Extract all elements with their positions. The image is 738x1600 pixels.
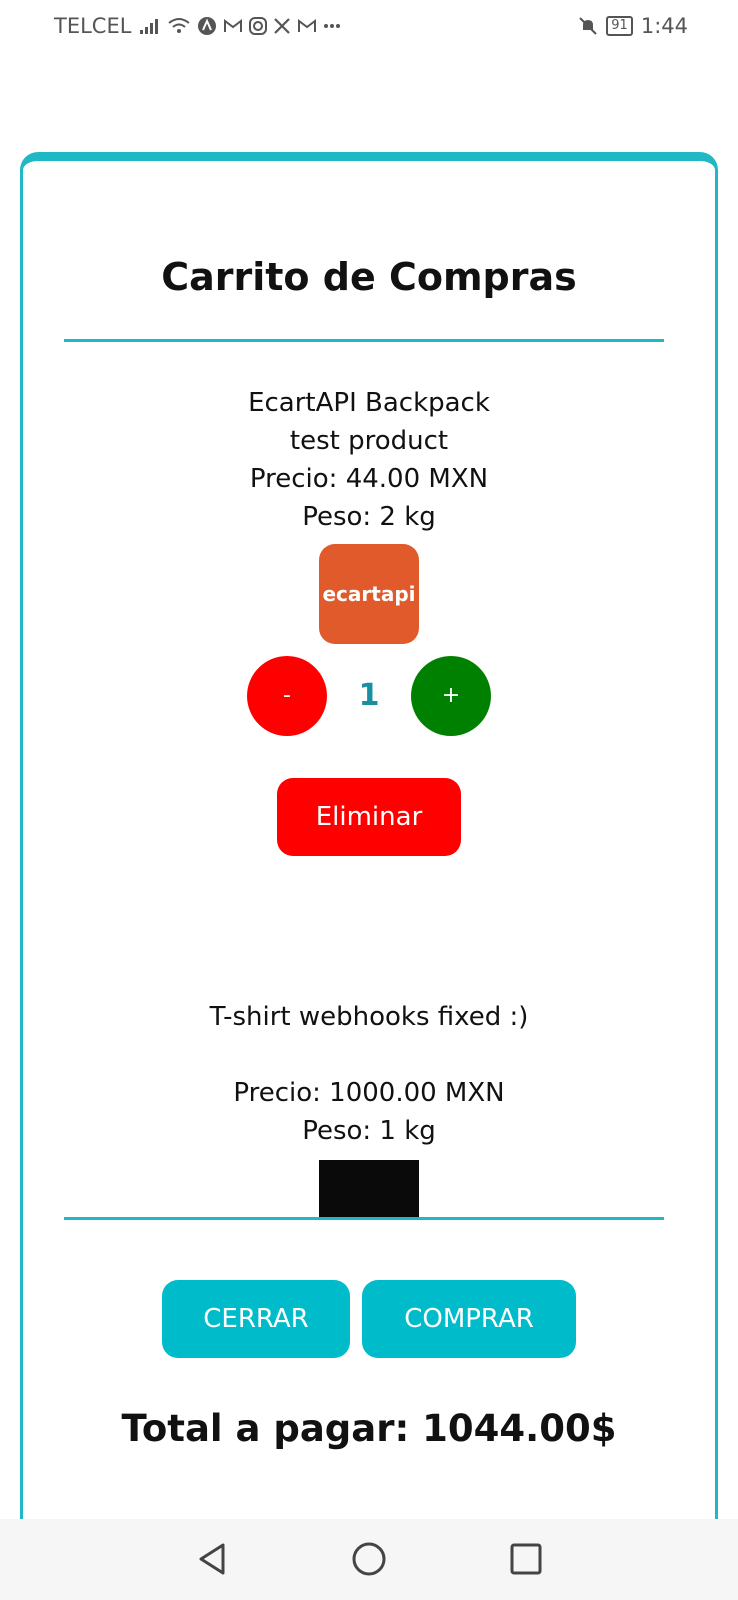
buy-button[interactable]: COMPRAR	[362, 1280, 576, 1358]
cart-title: Carrito de Compras	[161, 255, 577, 299]
product-description: test product	[289, 426, 449, 456]
app-icon	[198, 17, 217, 35]
cart-items-list[interactable]: EcartAPI Backpack test product Precio: 4…	[23, 342, 715, 1217]
quantity-stepper: - 1 +	[23, 656, 715, 736]
increase-quantity-button[interactable]: +	[411, 656, 491, 736]
product-name: EcartAPI Backpack	[248, 388, 490, 418]
product-description	[23, 1036, 715, 1074]
cart-item: EcartAPI Backpack test product Precio: 4…	[23, 384, 715, 856]
total-amount: Total a pagar: 1044.00$	[121, 1407, 617, 1450]
recent-apps-icon[interactable]	[506, 1539, 546, 1579]
divider-bottom	[64, 1217, 664, 1220]
home-icon[interactable]	[349, 1539, 389, 1579]
more-icon	[324, 24, 341, 28]
product-name: T-shirt webhooks fixed :)	[209, 1002, 529, 1032]
carrier-label: TELCEL	[54, 14, 132, 38]
clock: 1:44	[640, 14, 688, 38]
x-icon	[274, 18, 291, 34]
cart-item: T-shirt webhooks fixed :) Precio: 1000.0…	[23, 998, 715, 1217]
status-bar: TELCEL 91 1:44	[0, 0, 738, 52]
cart-actions: CERRAR COMPRAR	[23, 1280, 715, 1358]
wifi-icon	[168, 18, 191, 33]
product-weight: Peso: 2 kg	[302, 502, 436, 532]
status-right: 91 1:44	[578, 14, 688, 38]
product-weight: Peso: 1 kg	[302, 1116, 436, 1146]
back-icon[interactable]	[193, 1539, 233, 1579]
decrease-quantity-button[interactable]: -	[247, 656, 327, 736]
battery-level: 91	[606, 16, 633, 36]
mute-icon	[579, 17, 597, 35]
product-image: ecartapi	[319, 544, 419, 644]
quantity-value: 1	[358, 678, 380, 713]
delete-item-button[interactable]: Eliminar	[277, 778, 461, 856]
instagram-icon	[249, 17, 268, 35]
close-button[interactable]: CERRAR	[162, 1280, 350, 1358]
status-left: TELCEL	[54, 14, 341, 38]
cart-modal: Carrito de Compras EcartAPI Backpack tes…	[20, 152, 718, 1552]
product-price: Precio: 1000.00 MXN	[233, 1078, 505, 1108]
signal-icon	[140, 19, 159, 34]
product-image-logo-text: ecartapi	[322, 582, 416, 606]
product-image: carta	[319, 1160, 419, 1217]
notification-icons	[139, 16, 341, 36]
product-price: Precio: 44.00 MXN	[249, 464, 489, 494]
gmail-icon	[224, 19, 243, 32]
gmail-icon	[298, 19, 317, 32]
system-nav-bar	[0, 1519, 738, 1600]
